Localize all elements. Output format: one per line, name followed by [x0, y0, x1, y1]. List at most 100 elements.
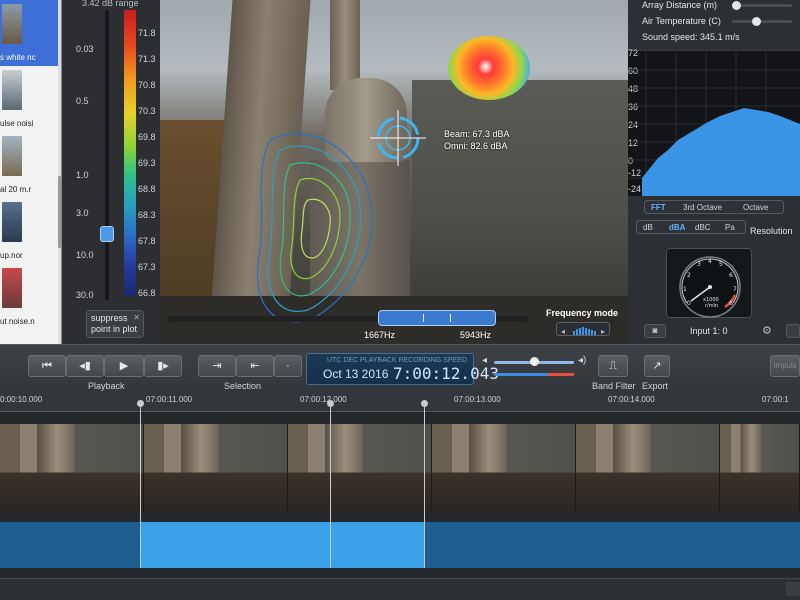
skip-back-icon: ⏮	[42, 360, 52, 372]
selection-end-marker[interactable]	[424, 406, 425, 568]
file-label: al 20 m.r	[0, 185, 32, 194]
range-tick: 30.0	[76, 290, 94, 300]
timeline-scrollbar[interactable]	[0, 578, 800, 600]
input-label: Input 1: 0	[690, 326, 728, 336]
video-view[interactable]: Beam: 67.3 dBA Omni: 82.6 dBA 1667Hz 594…	[160, 0, 628, 344]
file-item[interactable]: al 20 m.r	[0, 132, 61, 198]
selection-clear-button[interactable]: ·	[274, 355, 302, 377]
tab-third-octave[interactable]: 3rd Octave	[683, 203, 722, 212]
export-caption: Export	[642, 381, 669, 391]
range-tick: 10.0	[76, 250, 94, 260]
color-scale-bar	[124, 10, 136, 296]
level-gauge: 012 345 678 x1000 r/min	[666, 248, 752, 318]
playback-caption: Playback	[88, 381, 125, 391]
tab-dba[interactable]: dBA	[669, 223, 685, 232]
playhead[interactable]	[330, 406, 331, 568]
slider-knob[interactable]	[732, 1, 741, 10]
color-scale-tick: 71.3	[138, 54, 156, 64]
ruler-label: 07:00:11.000	[146, 395, 193, 404]
gear-icon[interactable]: ⚙	[762, 324, 772, 337]
play-button[interactable]: ▶	[104, 355, 144, 377]
color-scale-tick: 68.8	[138, 184, 156, 194]
tab-octave[interactable]: Octave	[743, 203, 768, 212]
close-icon[interactable]: ✕	[133, 312, 140, 323]
crosshair-icon[interactable]	[368, 108, 428, 168]
tab-fft[interactable]: FFT	[651, 203, 666, 212]
level-range-panel: 3.42 dB range 0.03 0.5 1.0 3.0 10.0 30.0…	[62, 0, 160, 344]
frequency-mode-button[interactable]: ◂ ▸	[556, 322, 610, 336]
grip-icon	[423, 314, 451, 322]
color-scale-tick: 66.8	[138, 288, 156, 298]
analysis-mode-tabs[interactable]: FFT 3rd Octave Octave	[644, 200, 784, 214]
file-item[interactable]: ut noise.n	[0, 264, 61, 330]
timecode-time: 7:00:12.043	[393, 364, 499, 383]
playhead-handle[interactable]	[327, 400, 334, 407]
color-scale-tick: 70.8	[138, 80, 156, 90]
tab-db[interactable]: dB	[643, 223, 653, 232]
frequency-high-label: 5943Hz	[460, 330, 492, 340]
zoom-button[interactable]	[786, 582, 800, 596]
range-tick: 1.0	[76, 170, 89, 180]
band-filter-button[interactable]: ⎍	[598, 355, 628, 377]
volume-high-icon: ◂)	[578, 355, 587, 366]
array-distance-label: Array Distance (m)	[642, 0, 718, 10]
selection-caption: Selection	[224, 381, 262, 391]
panel-toggle-button[interactable]	[786, 324, 800, 338]
ruler-label: 07:00:1	[762, 395, 789, 404]
time-ruler[interactable]: 0:00:10.000 07:00:11.000 07:00:12.000 07…	[0, 392, 800, 412]
file-item[interactable]: up.nor	[0, 198, 61, 264]
selection-start-handle[interactable]	[137, 400, 144, 407]
range-tick: 3.0	[76, 208, 89, 218]
video-frame-thumbnail	[0, 424, 144, 512]
svg-text:▸: ▸	[601, 327, 605, 336]
step-forward-button[interactable]: ▮▸	[144, 355, 182, 377]
video-thumbnail-strip[interactable]	[0, 424, 800, 512]
step-forward-icon: ▮▸	[157, 360, 169, 372]
weighting-tabs[interactable]: dB dBA dBC Pa	[636, 220, 746, 234]
play-icon: ▶	[119, 360, 129, 372]
svg-text:7: 7	[733, 286, 737, 293]
file-item[interactable]: ulse noisi	[0, 66, 61, 132]
volume-knob[interactable]	[530, 357, 539, 366]
camera-icon[interactable]: ◙	[644, 324, 666, 338]
audio-selection[interactable]	[140, 522, 424, 568]
slider-knob[interactable]	[752, 17, 761, 26]
array-distance-slider[interactable]	[732, 1, 792, 10]
skip-to-start-button[interactable]: ⏮	[28, 355, 66, 377]
tab-pa[interactable]: Pa	[725, 223, 735, 232]
suppress-label: suppress point in plot	[91, 313, 138, 334]
band-filter-icon: ⎍	[609, 360, 617, 372]
color-scale-tick: 69.3	[138, 158, 156, 168]
air-temperature-slider[interactable]	[732, 17, 792, 26]
spectrum-mini-icon: ◂ ▸	[561, 327, 605, 336]
frequency-low-label: 1667Hz	[364, 330, 396, 340]
spectrum-graph	[628, 50, 800, 196]
selection-in-icon: ⇥	[212, 360, 222, 372]
video-frame-thumbnail	[576, 424, 720, 512]
video-frame-thumbnail	[144, 424, 288, 512]
selection-start-marker[interactable]	[140, 406, 141, 568]
selection-in-button[interactable]: ⇥	[198, 355, 236, 377]
svg-text:1: 1	[683, 286, 687, 293]
export-button[interactable]: ↗	[644, 355, 670, 377]
selection-end-handle[interactable]	[421, 400, 428, 407]
suppress-point-button[interactable]: suppress point in plot ✕	[86, 310, 144, 338]
selection-out-button[interactable]: ⇤	[236, 355, 274, 377]
color-scale-tick: 69.8	[138, 132, 156, 142]
step-back-button[interactable]: ◂▮	[66, 355, 104, 377]
range-slider-track[interactable]	[105, 10, 109, 300]
impulse-button[interactable]: Impuls	[770, 355, 800, 377]
step-back-icon: ◂▮	[79, 360, 91, 372]
svg-text:0: 0	[687, 300, 691, 307]
range-slider-handle[interactable]	[100, 226, 114, 242]
file-item[interactable]: s white nc	[0, 0, 61, 66]
transport-toolbar: ⏮ ◂▮ ▶ ▮▸ Playback ⇥ ⇤ · Selection UTC D…	[0, 344, 800, 392]
tab-dbc[interactable]: dBC	[695, 223, 711, 232]
omni-level: Omni: 82.6 dBA	[444, 141, 508, 151]
analysis-panel: Array Distance (m) Air Temperature (C) S…	[628, 0, 800, 344]
timeline[interactable]: 0:00:10.000 07:00:11.000 07:00:12.000 07…	[0, 392, 800, 600]
volume-slider[interactable]	[494, 357, 574, 366]
gauge-unit-label: r/min	[705, 303, 718, 309]
frequency-range-selector[interactable]	[378, 310, 496, 326]
timecode-date: Oct 13 2016	[323, 367, 389, 381]
